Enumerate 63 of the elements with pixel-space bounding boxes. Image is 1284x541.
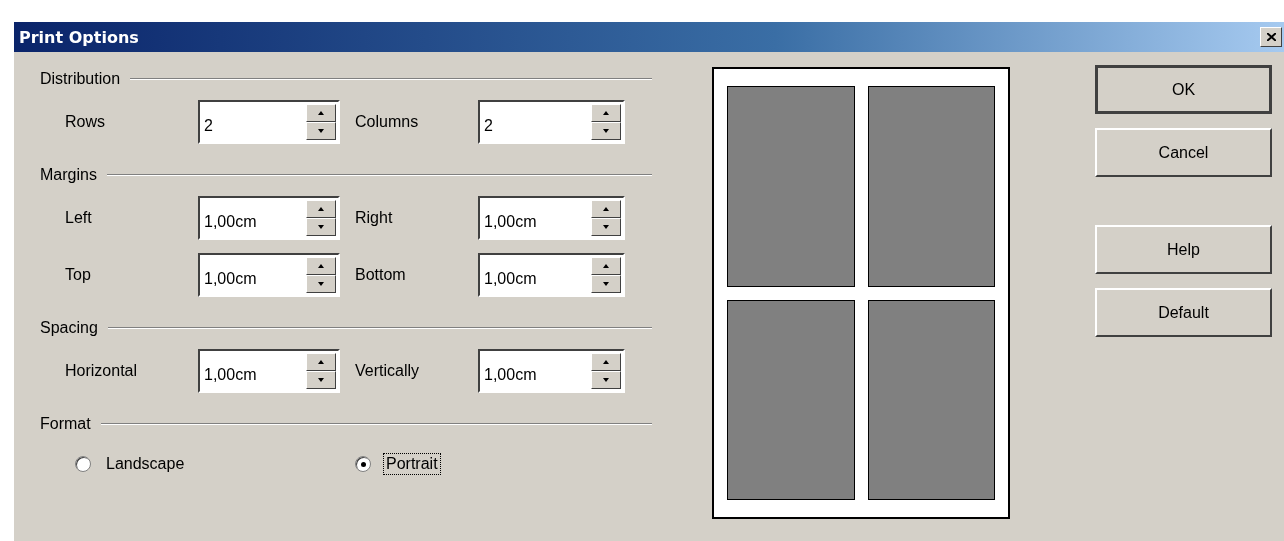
down-arrow-icon — [603, 282, 609, 286]
dialog-button[interactable]: OK — [1095, 65, 1272, 114]
spin-field[interactable]: 1,00cm — [198, 253, 340, 297]
spin-down-button[interactable] — [591, 275, 621, 293]
radio-button[interactable] — [75, 456, 91, 472]
spin-up-button[interactable] — [306, 200, 336, 218]
spin-field[interactable]: 1,00cm — [198, 196, 340, 240]
up-arrow-icon — [603, 111, 609, 115]
field-label: Horizontal — [65, 362, 139, 380]
group-heading: Margins — [40, 166, 97, 184]
down-arrow-icon — [603, 225, 609, 229]
spin-up-button[interactable] — [591, 200, 621, 218]
group-heading: Distribution — [40, 70, 121, 88]
spin-up-button[interactable] — [306, 104, 336, 122]
dialog-button[interactable]: Default — [1095, 288, 1272, 337]
spin-field[interactable]: 1,00cm — [478, 196, 625, 240]
down-arrow-icon — [318, 282, 324, 286]
spin-up-button[interactable] — [591, 104, 621, 122]
up-arrow-icon — [603, 264, 609, 268]
close-button[interactable] — [1260, 27, 1282, 47]
field-label: Vertically — [354, 362, 421, 380]
spin-down-button[interactable] — [591, 122, 621, 140]
down-arrow-icon — [603, 378, 609, 382]
radio-button[interactable] — [355, 456, 371, 472]
dialog-button[interactable]: Cancel — [1095, 128, 1272, 177]
spin-down-button[interactable] — [306, 371, 336, 389]
spin-up-button[interactable] — [306, 353, 336, 371]
spin-field[interactable]: 2 — [198, 100, 340, 144]
field-label: Top — [65, 266, 92, 284]
group-heading: Spacing — [40, 319, 98, 337]
up-arrow-icon — [318, 207, 324, 211]
field-label: Bottom — [354, 266, 407, 284]
down-arrow-icon — [318, 378, 324, 382]
spin-up-button[interactable] — [306, 257, 336, 275]
radio-label[interactable]: Portrait — [383, 453, 441, 475]
dialog-button[interactable]: Help — [1095, 225, 1272, 274]
field-label: Right — [354, 209, 394, 227]
spin-field[interactable]: 1,00cm — [478, 253, 625, 297]
down-arrow-icon — [318, 129, 324, 133]
close-icon — [1266, 33, 1276, 41]
spin-field[interactable]: 1,00cm — [478, 349, 625, 393]
spin-field[interactable]: 2 — [478, 100, 625, 144]
field-label: Rows — [65, 113, 106, 131]
down-arrow-icon — [318, 225, 324, 229]
spin-down-button[interactable] — [591, 371, 621, 389]
group-heading: Format — [40, 415, 91, 433]
spin-up-button[interactable] — [591, 257, 621, 275]
spin-down-button[interactable] — [591, 218, 621, 236]
spin-up-button[interactable] — [591, 353, 621, 371]
spin-down-button[interactable] — [306, 275, 336, 293]
up-arrow-icon — [603, 360, 609, 364]
field-label: Left — [65, 209, 93, 227]
up-arrow-icon — [318, 360, 324, 364]
up-arrow-icon — [318, 264, 324, 268]
spin-field[interactable]: 1,00cm — [198, 349, 340, 393]
window-title: Print Options — [19, 27, 139, 47]
spin-down-button[interactable] — [306, 218, 336, 236]
up-arrow-icon — [318, 111, 324, 115]
up-arrow-icon — [603, 207, 609, 211]
down-arrow-icon — [603, 129, 609, 133]
field-label: Columns — [354, 113, 420, 131]
radio-label[interactable]: Landscape — [103, 453, 188, 475]
spin-down-button[interactable] — [306, 122, 336, 140]
